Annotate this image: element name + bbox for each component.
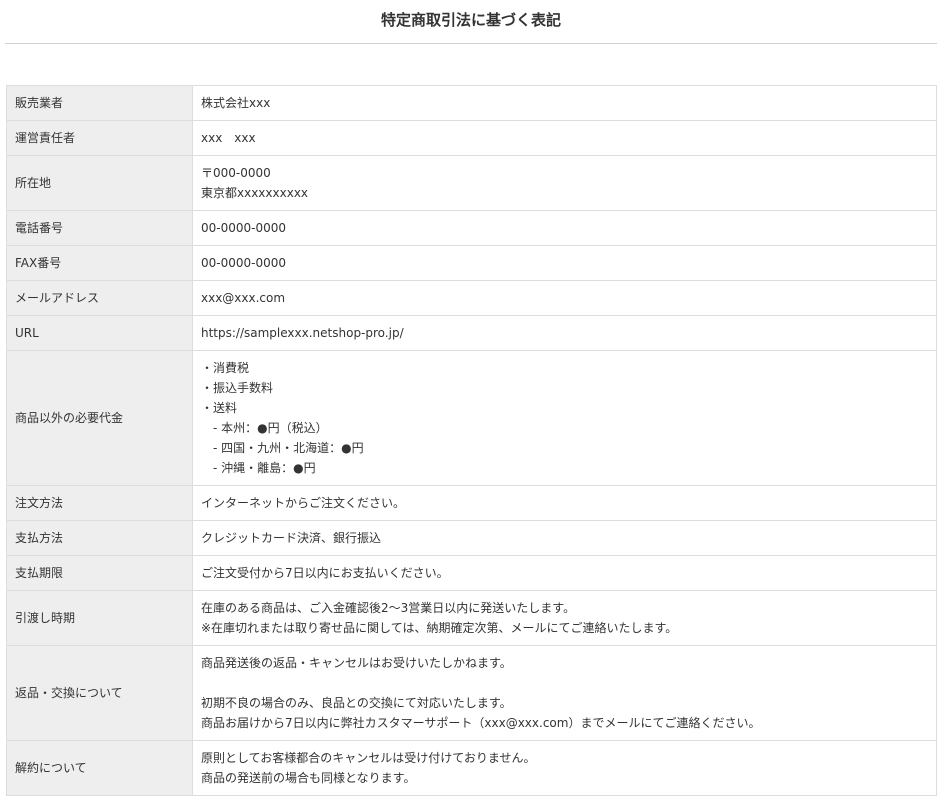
table-row: 電話番号 00-0000-0000: [6, 210, 937, 246]
row-label: メールアドレス: [6, 280, 193, 316]
table-row: 商品以外の必要代金 ・消費税 ・振込手数料 ・送料 - 本州：●円（税込） - 四…: [6, 350, 937, 486]
table-row: 注文方法 インターネットからご注文ください。: [6, 485, 937, 521]
row-label: 引渡し時期: [6, 590, 193, 646]
table-row: 解約について 原則としてお客様都合のキャンセルは受け付けておりません。 商品の発送…: [6, 740, 937, 796]
row-label: FAX番号: [6, 245, 193, 281]
row-value: 00-0000-0000: [192, 210, 937, 246]
table-row: FAX番号 00-0000-0000: [6, 245, 937, 281]
table-row: 販売業者 株式会社xxx: [6, 85, 937, 121]
row-label: 所在地: [6, 155, 193, 211]
row-label: 返品・交換について: [6, 645, 193, 741]
row-value: 〒000-0000 東京都xxxxxxxxxx: [192, 155, 937, 211]
row-value: 商品発送後の返品・キャンセルはお受けいたしかねます。 初期不良の場合のみ、良品と…: [192, 645, 937, 741]
row-label: 注文方法: [6, 485, 193, 521]
row-label: URL: [6, 315, 193, 351]
row-value: 株式会社xxx: [192, 85, 937, 121]
page-title: 特定商取引法に基づく表記: [380, 11, 561, 29]
row-value: インターネットからご注文ください。: [192, 485, 937, 521]
table-row: 引渡し時期 在庫のある商品は、ご入金確認後2〜3営業日以内に発送いたします。 ※在…: [6, 590, 937, 646]
row-value: クレジットカード決済、銀行振込: [192, 520, 937, 556]
row-label: 支払期限: [6, 555, 193, 591]
page-header: 特定商取引法に基づく表記: [5, 0, 937, 44]
table-row: メールアドレス xxx@xxx.com: [6, 280, 937, 316]
row-label: 商品以外の必要代金: [6, 350, 193, 486]
row-value: 原則としてお客様都合のキャンセルは受け付けておりません。 商品の発送前の場合も同…: [192, 740, 937, 796]
legal-notice-table: 販売業者 株式会社xxx 運営責任者 xxx xxx 所在地 〒000-0000 東京都x…: [6, 85, 937, 796]
table-row: URL https://samplexxx.netshop-pro.jp/: [6, 315, 937, 351]
row-label: 解約について: [6, 740, 193, 796]
row-label: 電話番号: [6, 210, 193, 246]
row-value: 在庫のある商品は、ご入金確認後2〜3営業日以内に発送いたします。 ※在庫切れまた…: [192, 590, 937, 646]
row-label: 運営責任者: [6, 120, 193, 156]
row-value: 00-0000-0000: [192, 245, 937, 281]
table-row: 支払方法 クレジットカード決済、銀行振込: [6, 520, 937, 556]
row-label: 販売業者: [6, 85, 193, 121]
row-value: ・消費税 ・振込手数料 ・送料 - 本州：●円（税込） - 四国・九州・北海道：…: [192, 350, 937, 486]
table-row: 所在地 〒000-0000 東京都xxxxxxxxxx: [6, 155, 937, 211]
table-row: 支払期限 ご注文受付から7日以内にお支払いください。: [6, 555, 937, 591]
row-value: https://samplexxx.netshop-pro.jp/: [192, 315, 937, 351]
table-row: 返品・交換について 商品発送後の返品・キャンセルはお受けいたしかねます。 初期不良…: [6, 645, 937, 741]
row-label: 支払方法: [6, 520, 193, 556]
table-row: 運営責任者 xxx xxx: [6, 120, 937, 156]
row-value: ご注文受付から7日以内にお支払いください。: [192, 555, 937, 591]
row-value: xxx xxx: [192, 120, 937, 156]
row-value: xxx@xxx.com: [192, 280, 937, 316]
